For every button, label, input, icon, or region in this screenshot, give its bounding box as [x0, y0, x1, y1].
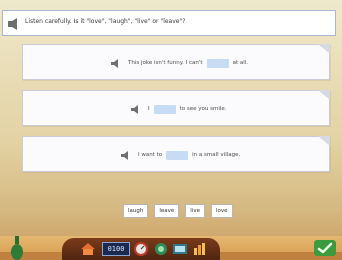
sentence-after: in a small village.: [192, 152, 241, 158]
page-curl: [318, 90, 330, 100]
sentence-1: This joke isn't funny. I can't at all.: [111, 45, 248, 81]
check-button[interactable]: [314, 240, 336, 256]
word-option-laugh[interactable]: laugh: [123, 204, 149, 218]
instruction-text: Listen carefully. Is it "love", "laugh",…: [25, 18, 186, 25]
sentence-card-2: I to see you smile.: [22, 90, 330, 126]
sentence-card-3: I want to in a small village.: [22, 136, 330, 172]
home-icon[interactable]: [80, 242, 96, 256]
instruction-bar: Listen carefully. Is it "love", "laugh",…: [2, 10, 336, 36]
answer-blank[interactable]: [166, 150, 189, 160]
timer-text: 0100: [107, 245, 125, 253]
timer-display: 0100: [102, 242, 130, 256]
word-option-live[interactable]: live: [185, 204, 205, 218]
activity-frame: Listen carefully. Is it "love", "laugh",…: [0, 0, 342, 260]
answer-blank[interactable]: [206, 58, 229, 68]
gauge-icon[interactable]: [134, 242, 148, 256]
sentence-before: I: [148, 106, 150, 112]
sentence-2: I to see you smile.: [131, 91, 227, 127]
checkmark-icon: [317, 242, 333, 254]
speaker-icon[interactable]: [121, 150, 132, 160]
answer-blank[interactable]: [153, 104, 176, 114]
sentence-after: at all.: [232, 60, 249, 66]
page-curl: [318, 44, 330, 54]
speaker-icon[interactable]: [7, 17, 23, 31]
sentence-3: I want to in a small village.: [121, 137, 240, 173]
sentence-before: This joke isn't funny. I can't: [128, 60, 203, 66]
word-option-leave[interactable]: leave: [154, 204, 180, 218]
sentence-after: to see you smile.: [179, 106, 227, 112]
green-circle-icon[interactable]: [154, 242, 168, 256]
word-bank: laugh leave live love: [123, 204, 233, 218]
sentence-card-1: This joke isn't funny. I can't at all.: [22, 44, 330, 80]
bottle-icon: [11, 236, 23, 260]
chart-bars-icon[interactable]: [192, 242, 208, 256]
page-curl: [318, 136, 330, 146]
book-icon[interactable]: [172, 242, 188, 256]
speaker-icon[interactable]: [131, 104, 142, 114]
word-option-love[interactable]: love: [211, 204, 233, 218]
sentence-before: I want to: [138, 152, 163, 158]
speaker-icon[interactable]: [111, 58, 122, 68]
